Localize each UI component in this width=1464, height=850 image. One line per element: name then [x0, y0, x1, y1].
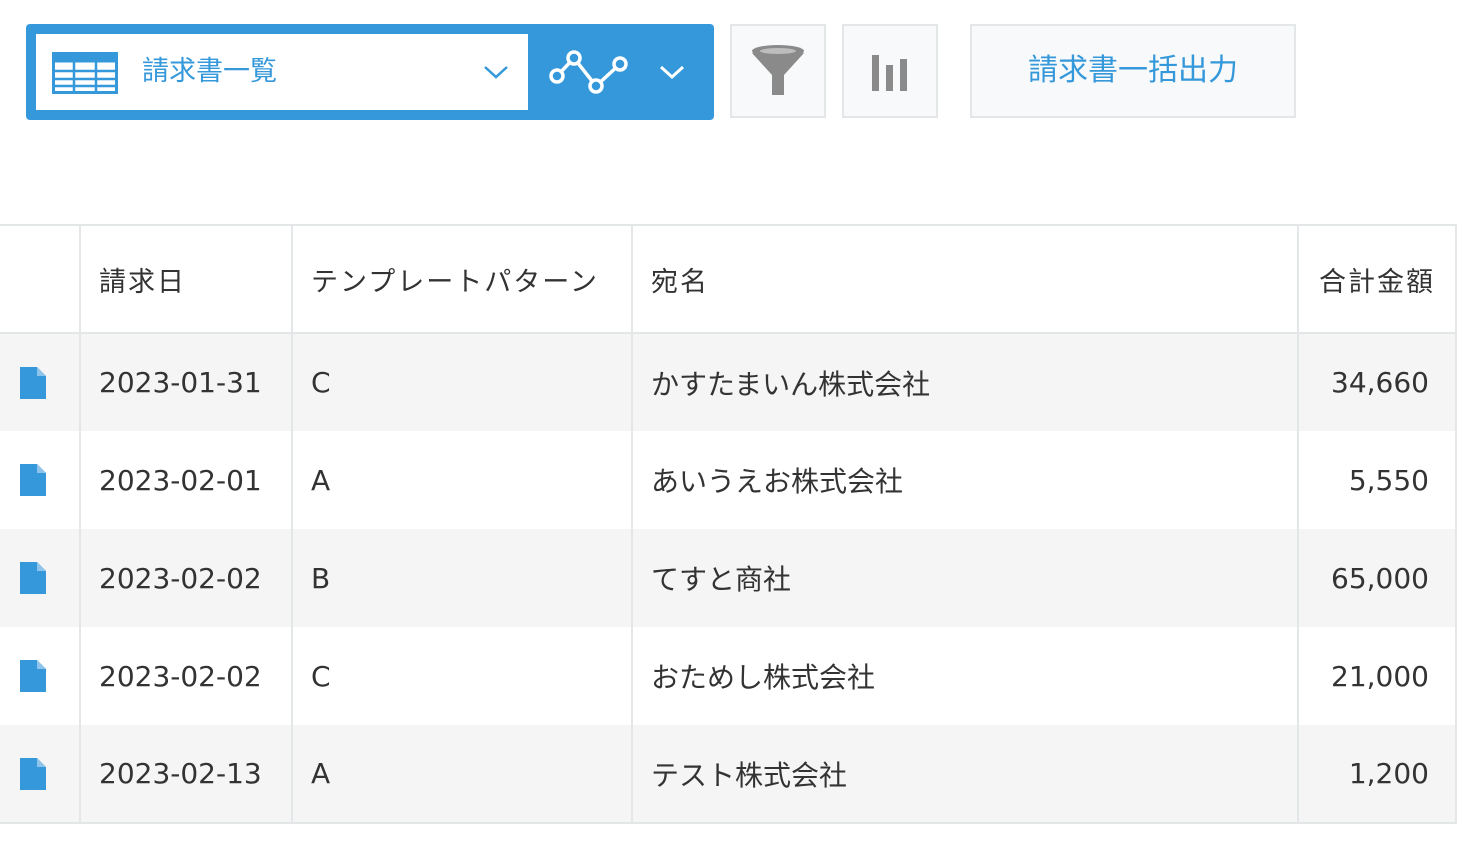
document-icon — [20, 562, 46, 594]
filter-button[interactable] — [730, 24, 826, 118]
table-row: 2023-01-31 C かすたまいん株式会社 34,660 — [0, 333, 1457, 431]
header-date[interactable]: 請求日 — [80, 225, 293, 334]
record-detail-link[interactable] — [0, 333, 81, 431]
records-table: 請求日 テンプレートパターン 宛名 合計金額 2023-01-31 C かすたま… — [0, 224, 1457, 824]
document-icon — [20, 366, 46, 399]
table-row: 2023-02-02 C おためし株式会社 21,000 — [0, 627, 1457, 725]
cell-date: 2023-02-01 — [80, 431, 293, 529]
cell-template: A — [292, 725, 633, 824]
cell-total: 5,550 — [1298, 431, 1457, 529]
cell-template: B — [292, 529, 633, 627]
cell-total: 21,000 — [1298, 627, 1457, 725]
document-icon — [20, 757, 46, 790]
view-dropdown[interactable]: 請求書一覧 — [36, 34, 528, 110]
cell-total: 1,200 — [1298, 725, 1457, 824]
cell-date: 2023-01-31 — [80, 333, 293, 431]
document-icon — [20, 464, 46, 496]
chevron-down-icon — [484, 66, 508, 79]
cell-recipient: テスト株式会社 — [632, 725, 1299, 824]
cell-recipient: てすと商社 — [632, 529, 1299, 627]
table-row: 2023-02-02 B てすと商社 65,000 — [0, 529, 1457, 627]
table-row: 2023-02-13 A テスト株式会社 1,200 — [0, 725, 1457, 824]
view-name-label: 請求書一覧 — [142, 56, 277, 87]
header-recipient[interactable]: 宛名 — [632, 225, 1299, 334]
table-row: 2023-02-01 A あいうえお株式会社 5,550 — [0, 431, 1457, 529]
cell-template: C — [292, 333, 633, 431]
document-icon — [20, 660, 46, 692]
record-detail-link[interactable] — [0, 627, 81, 725]
toolbar: 請求書一覧 請求書一括出力 — [0, 0, 1464, 140]
cell-date: 2023-02-02 — [80, 529, 293, 627]
cell-total: 65,000 — [1298, 529, 1457, 627]
chevron-down-icon — [659, 65, 685, 80]
cell-total: 34,660 — [1298, 333, 1457, 431]
record-detail-link[interactable] — [0, 725, 81, 824]
graph-icon — [549, 50, 628, 94]
cell-recipient: おためし株式会社 — [632, 627, 1299, 725]
view-selector-group: 請求書一覧 — [26, 24, 714, 120]
table-header-row: 請求日 テンプレートパターン 宛名 合計金額 — [0, 225, 1457, 334]
cell-template: C — [292, 627, 633, 725]
graph-view-button[interactable] — [538, 34, 704, 110]
cell-date: 2023-02-13 — [80, 725, 293, 824]
table-icon — [52, 52, 118, 94]
cell-template: A — [292, 431, 633, 529]
filter-icon — [752, 45, 804, 95]
bulk-export-button[interactable]: 請求書一括出力 — [970, 24, 1296, 118]
cell-date: 2023-02-02 — [80, 627, 293, 725]
header-total[interactable]: 合計金額 — [1298, 225, 1457, 334]
record-detail-link[interactable] — [0, 431, 81, 529]
cell-recipient: かすたまいん株式会社 — [632, 333, 1299, 431]
chart-button[interactable] — [842, 24, 938, 118]
header-template[interactable]: テンプレートパターン — [292, 225, 633, 334]
cell-recipient: あいうえお株式会社 — [632, 431, 1299, 529]
record-detail-link[interactable] — [0, 529, 81, 627]
bar-chart-icon — [872, 55, 907, 91]
header-icon-cell — [0, 225, 81, 334]
record-list: 請求日 テンプレートパターン 宛名 合計金額 2023-01-31 C かすたま… — [0, 224, 1464, 824]
